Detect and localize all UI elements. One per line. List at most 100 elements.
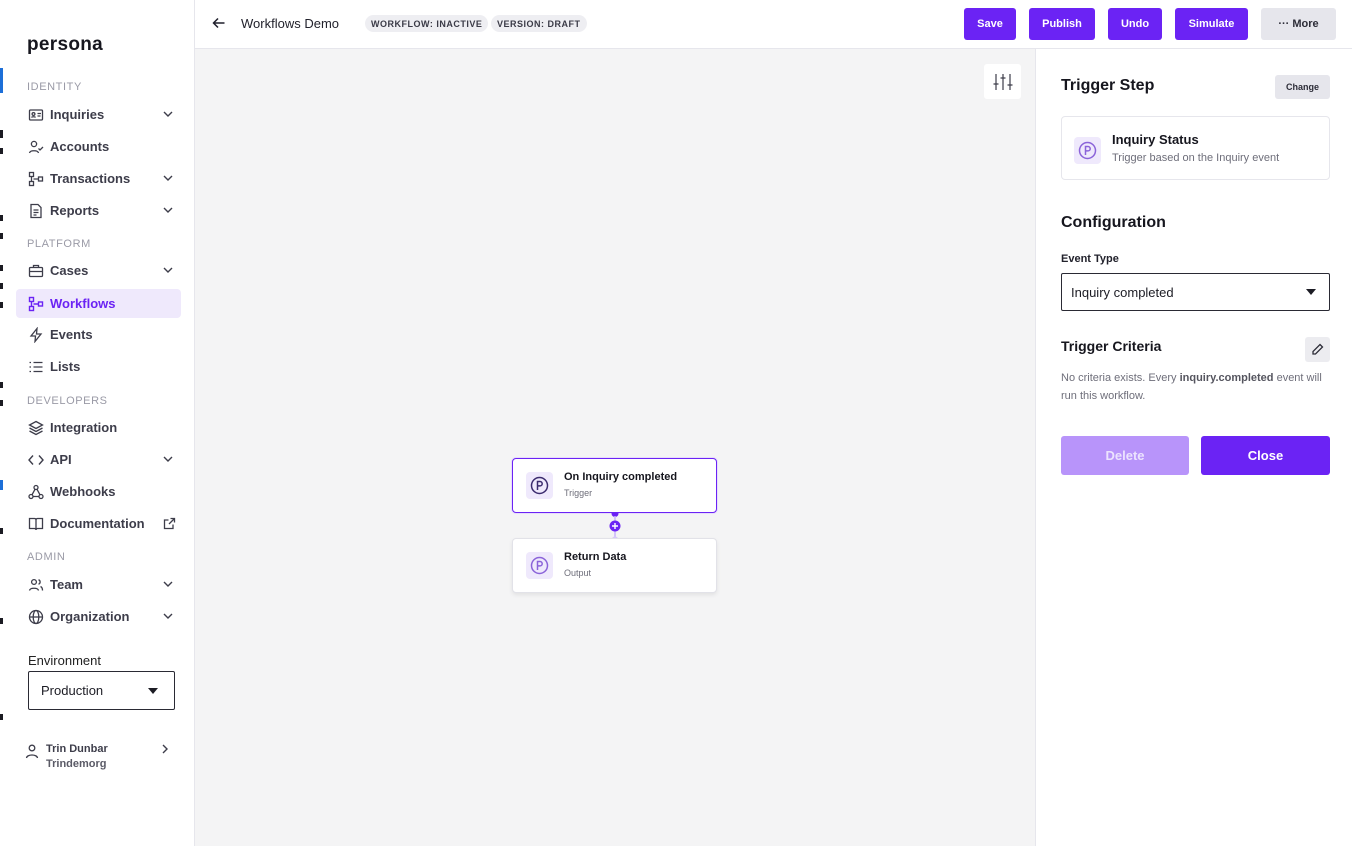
caret-down-icon	[148, 688, 158, 694]
canvas-settings-button[interactable]	[984, 64, 1021, 99]
chevron-down-icon	[163, 207, 173, 213]
sidebar-item-label: Transactions	[50, 171, 131, 186]
user-name: Trin Dunbar	[46, 743, 108, 755]
sidebar-item-integration[interactable]: Integration	[16, 413, 181, 442]
sidebar-item-label: Documentation	[50, 516, 145, 531]
section-identity: IDENTITY	[27, 81, 82, 93]
workflow-status-badge: WORKFLOW: INACTIVE	[365, 15, 489, 32]
node-subtitle: Trigger	[564, 488, 593, 498]
external-link-icon	[163, 517, 176, 530]
layers-icon	[27, 419, 44, 436]
change-button[interactable]: Change	[1275, 75, 1330, 99]
save-button[interactable]: Save	[964, 8, 1016, 40]
sidebar-item-reports[interactable]: Reports	[16, 196, 181, 225]
sidebar-item-label: Inquiries	[50, 107, 105, 122]
arrow-left-icon[interactable]	[212, 16, 226, 30]
trigger-card-title: Inquiry Status	[1112, 132, 1199, 147]
event-type-select[interactable]: Inquiry completed	[1061, 273, 1330, 311]
chevron-down-icon	[163, 111, 173, 117]
more-button[interactable]: ··· More	[1261, 8, 1336, 40]
panel-title: Trigger Step	[1061, 77, 1155, 94]
sidebar-item-label: Webhooks	[50, 484, 116, 499]
workflow-title: Workflows Demo	[241, 16, 340, 31]
step-panel: Trigger Step Change Inquiry Status Trigg…	[1035, 49, 1352, 846]
code-icon	[27, 451, 44, 468]
sidebar-item-label: Team	[50, 577, 83, 592]
sidebar-item-cases[interactable]: Cases	[16, 256, 181, 285]
sidebar-item-label: Accounts	[50, 139, 110, 154]
sidebar-item-transactions[interactable]: Transactions	[16, 164, 181, 193]
chevron-down-icon	[163, 581, 173, 587]
configuration-heading: Configuration	[1061, 214, 1166, 231]
chevron-down-icon	[163, 456, 173, 462]
id-card-icon	[27, 106, 44, 123]
workflow-icon	[27, 295, 44, 312]
trigger-card[interactable]: Inquiry Status Trigger based on the Inqu…	[1061, 116, 1330, 180]
user-menu[interactable]: Trin Dunbar Trindemorg	[24, 741, 179, 773]
webhook-icon	[27, 483, 44, 500]
node-subtitle: Output	[564, 568, 592, 578]
chevron-right-icon	[162, 744, 168, 754]
node-output[interactable]: Return Data Output	[512, 538, 717, 593]
environment-value: Production	[41, 683, 104, 698]
section-developers: DEVELOPERS	[27, 395, 108, 407]
sidebar-item-webhooks[interactable]: Webhooks	[16, 477, 181, 506]
team-icon	[27, 576, 44, 593]
sidebar-item-label: Workflows	[50, 296, 116, 311]
sidebar-item-label: Integration	[50, 420, 118, 435]
sidebar-item-label: Events	[50, 327, 93, 342]
environment-label: Environment	[28, 653, 101, 668]
user-check-icon	[27, 138, 44, 155]
sidebar-item-events[interactable]: Events	[16, 320, 181, 349]
edit-criteria-button[interactable]	[1305, 337, 1330, 362]
pencil-icon	[1312, 343, 1324, 355]
sidebar-item-inquiries[interactable]: Inquiries	[16, 100, 181, 129]
sidebar-item-team[interactable]: Team	[16, 570, 181, 599]
version-badge: VERSION: DRAFT	[491, 15, 587, 32]
publish-button[interactable]: Publish	[1029, 8, 1095, 40]
user-org: Trindemorg	[46, 758, 107, 770]
trigger-criteria-heading: Trigger Criteria	[1061, 338, 1162, 354]
section-admin: ADMIN	[27, 551, 66, 563]
bolt-icon	[27, 326, 44, 343]
sidebar-item-label: Lists	[50, 359, 81, 374]
left-edge-strip	[0, 60, 4, 760]
globe-icon	[27, 608, 44, 625]
event-type-label: Event Type	[1061, 253, 1119, 265]
sidebar-item-organization[interactable]: Organization	[16, 602, 181, 631]
chevron-down-icon	[163, 613, 173, 619]
chevron-down-icon	[163, 175, 173, 181]
node-title: Return Data	[564, 551, 627, 563]
sidebar-item-label: API	[50, 452, 72, 467]
briefcase-icon	[27, 262, 44, 279]
chevron-down-icon	[163, 267, 173, 273]
workflow-canvas[interactable]: On Inquiry completed Trigger Return Data…	[195, 49, 1035, 846]
persona-trigger-icon	[1074, 137, 1101, 164]
simulate-button[interactable]: Simulate	[1175, 8, 1248, 40]
environment-select[interactable]: Production	[28, 671, 175, 710]
persona-node-icon	[526, 472, 553, 499]
report-icon	[27, 202, 44, 219]
list-icon	[27, 358, 44, 375]
close-button[interactable]: Close	[1201, 436, 1330, 475]
sidebar-item-api[interactable]: API	[16, 445, 181, 474]
sidebar-item-accounts[interactable]: Accounts	[16, 132, 181, 161]
caret-down-icon	[1306, 289, 1316, 295]
criteria-event-name: inquiry.completed	[1179, 372, 1274, 384]
persona-logo[interactable]: persona	[27, 34, 103, 56]
node-trigger[interactable]: On Inquiry completed Trigger	[512, 458, 717, 513]
sidebar-item-workflows[interactable]: Workflows	[16, 289, 181, 318]
transactions-icon	[27, 170, 44, 187]
criteria-description: No criteria exists. Every inquiry.comple…	[1061, 372, 1322, 402]
sliders-icon	[993, 73, 1012, 90]
persona-node-icon	[526, 552, 553, 579]
header: Workflows Demo WORKFLOW: INACTIVE VERSIO…	[195, 0, 1352, 49]
delete-button[interactable]: Delete	[1061, 436, 1189, 475]
event-type-value: Inquiry completed	[1071, 284, 1174, 300]
sidebar-item-label: Cases	[50, 263, 89, 278]
trigger-card-subtitle: Trigger based on the Inquiry event	[1112, 152, 1280, 164]
sidebar-item-lists[interactable]: Lists	[16, 352, 181, 381]
sidebar-item-documentation[interactable]: Documentation	[16, 509, 181, 538]
user-icon	[25, 744, 39, 759]
undo-button[interactable]: Undo	[1108, 8, 1162, 40]
